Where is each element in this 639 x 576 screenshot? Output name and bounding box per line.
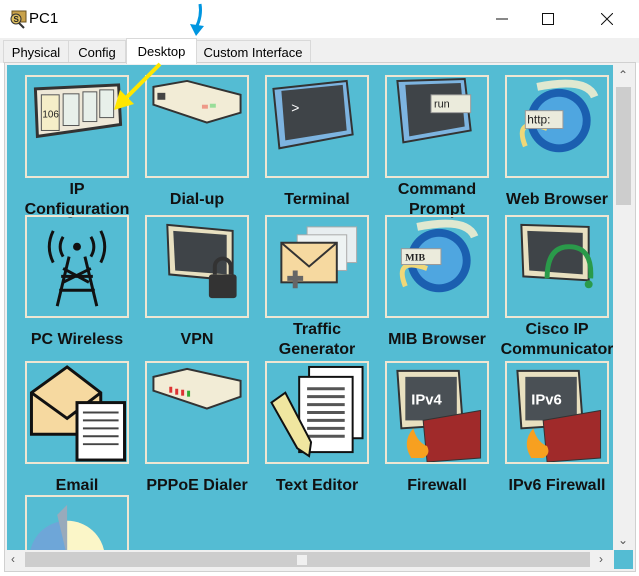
scroll-left-icon[interactable]: ‹ — [11, 552, 15, 566]
firewall-icon: IPv4 — [396, 369, 482, 462]
app-icon-box[interactable] — [505, 215, 609, 318]
tab-physical[interactable]: Physical — [3, 40, 69, 63]
app-icon-box[interactable]: IPv6 — [505, 361, 609, 464]
desktop-area: 106 IP Configuration Dial-up > Terminal run Co… — [7, 65, 613, 550]
svg-text:IPv4: IPv4 — [411, 393, 442, 409]
scroll-up-icon[interactable]: ⌃ — [618, 68, 628, 82]
traffic-generator-icon — [280, 226, 358, 289]
app-icon-box[interactable] — [145, 361, 249, 464]
app-icon-box[interactable] — [25, 215, 129, 318]
svg-text:IPv6: IPv6 — [531, 393, 562, 409]
annotation-arrow-yellow — [114, 62, 162, 110]
app-label[interactable]: PC Wireless — [21, 319, 133, 361]
minimize-icon — [496, 18, 508, 20]
app-icon-box[interactable]: MIB — [385, 215, 489, 318]
app-label[interactable]: Text Editor — [261, 465, 373, 507]
title-bar: S PC1 — [0, 0, 639, 38]
app-label[interactable]: Cisco IP Communicator — [501, 319, 613, 361]
svg-text:http:: http: — [527, 113, 550, 127]
app-icon-box[interactable]: IPv4 — [385, 361, 489, 464]
vpn-icon — [166, 223, 237, 299]
app-label[interactable]: Firewall — [381, 465, 493, 507]
app-label[interactable]: PPPoE Dialer — [141, 465, 253, 507]
command-prompt-icon: run — [396, 77, 472, 144]
close-icon — [601, 13, 613, 25]
text-editor-icon — [270, 365, 364, 458]
maximize-icon — [542, 13, 554, 25]
app-icon-box[interactable] — [25, 495, 129, 550]
window-title: PC1 — [29, 10, 59, 27]
svg-text:run: run — [434, 99, 450, 111]
tab-bar: Physical Config Desktop Custom Interface — [0, 38, 639, 64]
app-icon-box[interactable]: http: — [505, 75, 609, 178]
app-label[interactable]: VPN — [141, 319, 253, 361]
horizontal-scrollbar[interactable]: ‹ › — [7, 550, 614, 569]
app-label[interactable]: Traffic Generator — [261, 319, 373, 361]
minimize-button[interactable] — [479, 4, 525, 34]
ipv6-firewall-icon: IPv6 — [516, 369, 602, 462]
tab-custom-interface[interactable]: Custom Interface — [195, 40, 311, 63]
app-icon-box[interactable] — [265, 361, 369, 464]
vertical-scroll-thumb[interactable] — [616, 87, 631, 205]
annotation-arrow-blue — [190, 3, 204, 36]
svg-text:106: 106 — [42, 110, 59, 121]
maximize-button[interactable] — [525, 4, 571, 34]
app-icon-box[interactable] — [25, 361, 129, 464]
horizontal-scroll-thumb[interactable] — [25, 552, 590, 567]
vertical-scrollbar[interactable]: ⌃ ⌄ — [614, 65, 633, 550]
scroll-right-icon[interactable]: › — [599, 552, 603, 566]
scroll-corner — [614, 550, 633, 569]
svg-text:MIB: MIB — [405, 253, 425, 264]
app-icon-box[interactable]: > — [265, 75, 369, 178]
mib-browser-icon: MIB — [399, 219, 479, 293]
packet-tracer-pc-icon: S — [10, 10, 27, 29]
desktop-panel: 106 IP Configuration Dial-up > Terminal run Co… — [4, 62, 636, 572]
app-label[interactable]: IPv6 Firewall — [501, 465, 613, 507]
app-icon-box[interactable] — [265, 215, 369, 318]
terminal-icon: > — [272, 79, 354, 150]
ip-communicator-icon — [520, 223, 594, 289]
app-label[interactable]: MIB Browser — [381, 319, 493, 361]
svg-text:>: > — [291, 100, 299, 116]
wireless-icon — [47, 230, 107, 307]
web-browser-icon: http: — [519, 79, 599, 153]
close-button[interactable] — [584, 4, 630, 34]
pie-chart-icon — [30, 504, 104, 550]
email-icon — [29, 365, 127, 462]
scroll-down-icon[interactable]: ⌄ — [618, 533, 628, 547]
app-icon-box[interactable]: run — [385, 75, 489, 178]
app-icon-box[interactable] — [145, 215, 249, 318]
svg-text:S: S — [14, 15, 20, 24]
pppoe-icon — [152, 367, 242, 410]
